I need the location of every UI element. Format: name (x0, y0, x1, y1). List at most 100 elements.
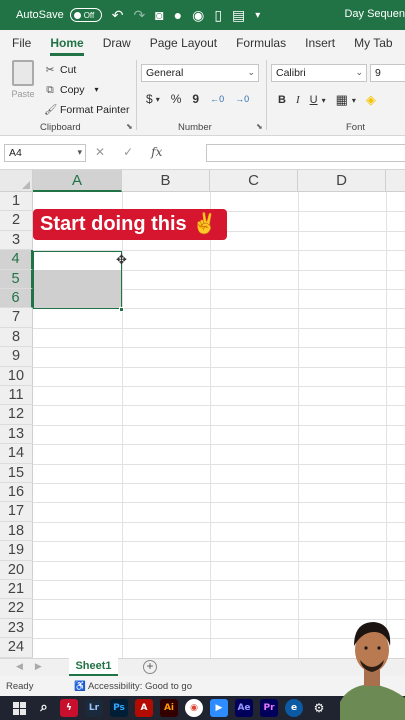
comma-button[interactable]: 9 (192, 92, 199, 106)
row-header-2[interactable]: 2 (0, 211, 33, 231)
column-header-b[interactable]: B (122, 170, 210, 192)
clipboard-launcher-icon[interactable]: ⬊ (126, 122, 133, 131)
camera-icon[interactable]: ◙ (155, 7, 163, 23)
format-painter-button[interactable]: 🖌 Format Painter (44, 100, 129, 120)
tab-draw[interactable]: Draw (103, 36, 131, 56)
tab-home[interactable]: Home (50, 36, 84, 56)
premiere-icon[interactable]: Pr (260, 699, 278, 717)
prev-sheet-icon[interactable]: ◀ (16, 661, 23, 672)
settings-icon[interactable]: ⚙ (310, 699, 328, 717)
fill-color-icon[interactable]: ◈ (366, 92, 376, 108)
column-header-partial[interactable] (386, 170, 405, 192)
row-header-18[interactable]: 18 (0, 521, 33, 542)
font-buttons: B I U ▾ ▦ ▾ ◈ (278, 92, 376, 108)
chrome-icon[interactable]: ◉ (185, 699, 203, 717)
row-header-13[interactable]: 13 (0, 424, 33, 445)
row-header-10[interactable]: 10 (0, 366, 33, 386)
percent-button[interactable]: % (171, 92, 182, 106)
tab-my-tab[interactable]: My Tab (354, 36, 392, 56)
acrobat-icon[interactable]: A (135, 699, 153, 717)
row-header-15[interactable]: 15 (0, 463, 33, 483)
flash-app-icon[interactable]: ϟ (60, 699, 78, 717)
tab-formulas[interactable]: Formulas (236, 36, 286, 56)
name-box[interactable]: A4 ▾ (4, 144, 86, 162)
row-header-11[interactable]: 11 (0, 386, 33, 406)
decrease-decimal-button[interactable]: →0 (235, 94, 249, 104)
row-header-14[interactable]: 14 (0, 444, 33, 464)
autosave-toggle[interactable]: Off (69, 8, 102, 22)
cut-button[interactable]: ✂ Cut (44, 60, 129, 80)
column-header-d[interactable]: D (298, 170, 386, 192)
tab-page-layout[interactable]: Page Layout (150, 36, 217, 56)
formula-input[interactable] (206, 144, 405, 162)
search-icon[interactable]: ⌕ (35, 699, 53, 717)
record-icon[interactable]: ◉ (192, 7, 204, 24)
column-header-a[interactable]: A (33, 170, 122, 192)
column-gridline (386, 192, 387, 658)
autosave-state: Off (83, 10, 95, 20)
row-header-1[interactable]: 1 (0, 192, 33, 212)
italic-button[interactable]: I (296, 94, 300, 106)
number-launcher-icon[interactable]: ⬊ (256, 122, 263, 131)
number-format-dropdown[interactable]: General ⌄ (141, 64, 259, 82)
fill-handle[interactable] (119, 307, 124, 312)
row-gridline (33, 366, 405, 368)
row-header-19[interactable]: 19 (0, 541, 33, 561)
sheet-tab-sheet1[interactable]: Sheet1 (69, 658, 118, 676)
increase-decimal-button[interactable]: ←0 (210, 94, 224, 104)
tab-file[interactable]: File (12, 36, 31, 56)
row-header-8[interactable]: 8 (0, 327, 33, 348)
windows-start-icon[interactable] (10, 699, 28, 717)
active-cell-a4[interactable] (34, 252, 121, 270)
number-buttons: $ ▾ % 9 ←0 →0 (146, 92, 250, 106)
copy-label: Copy (60, 84, 85, 96)
select-all-button[interactable] (0, 170, 33, 192)
row-header-22[interactable]: 22 (0, 599, 33, 619)
customize-icon[interactable]: ▾ (255, 10, 260, 21)
font-name-dropdown[interactable]: Calibri ⌄ (271, 64, 367, 82)
borders-icon[interactable]: ▦ (336, 92, 348, 108)
overlay-banner: Start doing this ✌ (33, 209, 228, 240)
cancel-icon[interactable]: ✕ (95, 145, 105, 159)
row-header-4[interactable]: 4 (0, 250, 33, 270)
row-header-17[interactable]: 17 (0, 502, 33, 522)
worksheet-grid[interactable]: A B C D 1 2 3 4 5 6 7 8 9 10 11 12 13 14 15 16 17 18 19 20 2… (0, 170, 405, 658)
column-header-c[interactable]: C (210, 170, 298, 192)
row-header-16[interactable]: 16 (0, 483, 33, 503)
file-icon[interactable]: ▯ (214, 7, 222, 24)
clipboard-icon[interactable]: ▤ (232, 7, 245, 24)
row-header-12[interactable]: 12 (0, 405, 33, 425)
row-header-5[interactable]: 5 (0, 269, 33, 289)
redo-icon[interactable]: ↷ (133, 7, 145, 24)
row-header-23[interactable]: 23 (0, 618, 33, 639)
add-sheet-icon[interactable]: + (143, 660, 157, 674)
illustrator-icon[interactable]: Ai (160, 699, 178, 717)
row-header-24[interactable]: 24 (0, 638, 33, 658)
undo-icon[interactable]: ↶ (112, 7, 124, 24)
row-header-7[interactable]: 7 (0, 308, 33, 328)
row-header-20[interactable]: 20 (0, 560, 33, 580)
photoshop-icon[interactable]: Ps (110, 699, 128, 717)
circle-icon[interactable]: ● (174, 7, 182, 23)
formula-bar: A4 ▾ ✕ ✓ fx (0, 136, 405, 170)
insert-function-icon[interactable]: fx (151, 145, 162, 159)
row-gridline (33, 424, 405, 426)
currency-button[interactable]: $ (146, 92, 153, 106)
font-size-dropdown[interactable]: 9 (370, 64, 405, 82)
bold-button[interactable]: B (278, 94, 286, 106)
next-sheet-icon[interactable]: ▶ (35, 661, 42, 672)
edge-icon[interactable]: e (285, 699, 303, 717)
paste-button[interactable]: Paste (10, 60, 36, 99)
tab-insert[interactable]: Insert (305, 36, 335, 56)
zoom-icon[interactable]: ▶ (210, 699, 228, 717)
accessibility-status[interactable]: ♿ Accessibility: Good to go (74, 681, 192, 692)
lightroom-icon[interactable]: Lr (85, 699, 103, 717)
row-header-21[interactable]: 21 (0, 580, 33, 600)
row-header-9[interactable]: 9 (0, 347, 33, 367)
row-header-6[interactable]: 6 (0, 289, 33, 309)
copy-button[interactable]: ⧉ Copy ▾ (44, 80, 129, 100)
row-header-3[interactable]: 3 (0, 230, 33, 251)
after-effects-icon[interactable]: Ae (235, 699, 253, 717)
enter-icon[interactable]: ✓ (123, 145, 133, 159)
underline-button[interactable]: U (310, 94, 318, 106)
